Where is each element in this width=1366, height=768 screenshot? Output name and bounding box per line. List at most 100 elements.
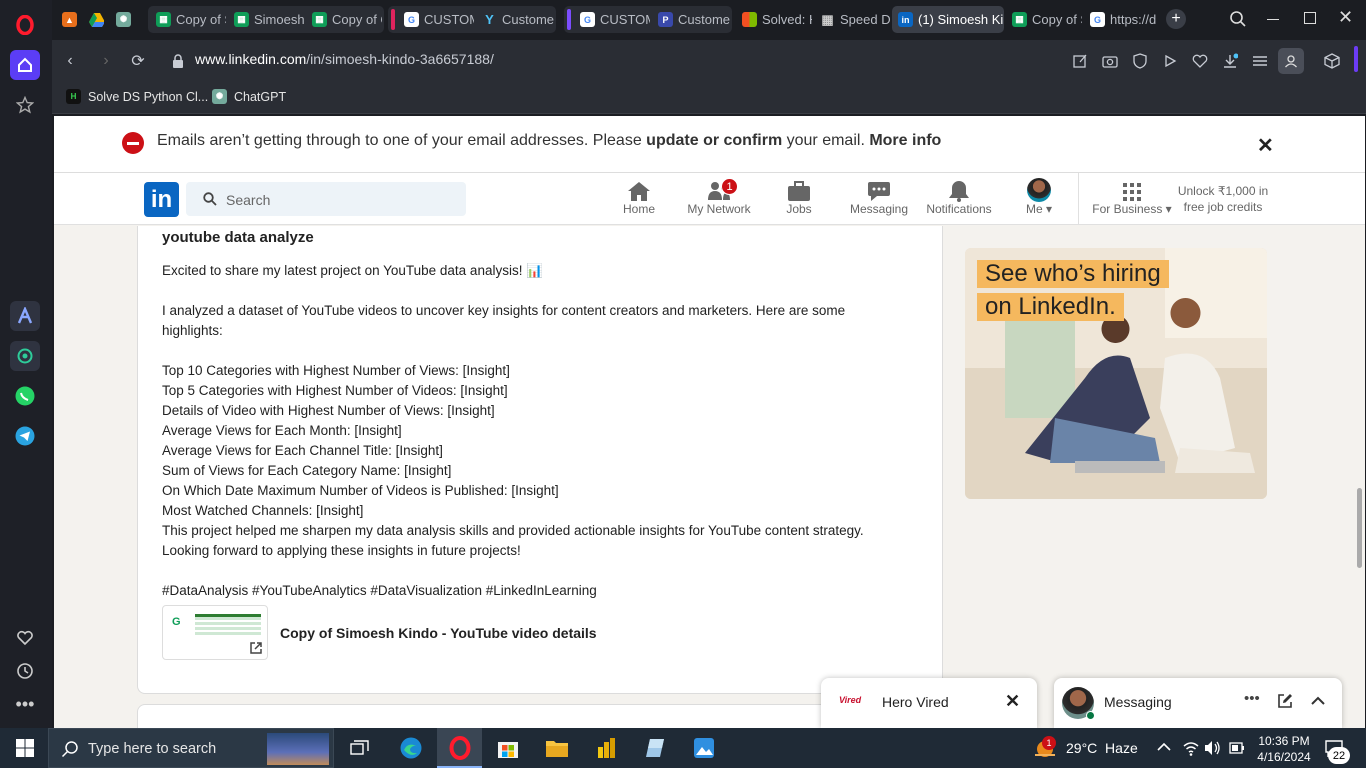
clock[interactable]: 10:36 PM 4/16/2024 bbox=[1254, 733, 1314, 765]
search-input[interactable]: Search bbox=[226, 192, 270, 208]
microsoft-store-icon[interactable] bbox=[494, 734, 522, 762]
page-scrollbar[interactable] bbox=[1357, 488, 1362, 568]
ad-headline-2: on LinkedIn. bbox=[977, 293, 1124, 321]
search-box[interactable]: Search bbox=[186, 182, 466, 216]
tab-custom-2[interactable]: GCUSTOM bbox=[574, 6, 650, 33]
tab-customer-1[interactable]: Y Custome bbox=[476, 6, 554, 33]
edge-icon[interactable] bbox=[397, 734, 425, 762]
tab-copy-of-s-2[interactable]: ▦Copy of S bbox=[1006, 6, 1082, 33]
tab-group-marker bbox=[391, 9, 395, 30]
windows-start-icon[interactable] bbox=[11, 734, 39, 762]
more-options-icon[interactable]: ••• bbox=[1244, 690, 1260, 707]
post-line: Sum of Views for Each Category Name: [In… bbox=[162, 463, 452, 478]
ad-banner[interactable]: See who’s hiring on LinkedIn. bbox=[965, 248, 1267, 499]
windows-taskbar: Type here to search 1 29°C Haze 10:36 PM… bbox=[0, 728, 1366, 768]
taskbar-search-box[interactable]: Type here to search bbox=[48, 728, 334, 768]
whatsapp-icon[interactable] bbox=[10, 381, 40, 411]
linkedin-logo[interactable]: in bbox=[144, 182, 179, 217]
more-info-link[interactable]: More info bbox=[869, 132, 941, 149]
nav-me[interactable]: Me ▾ bbox=[1003, 178, 1075, 216]
chatgpt-icon[interactable] bbox=[10, 341, 40, 371]
popup-title: Hero Vired bbox=[882, 694, 949, 710]
camera-icon[interactable] bbox=[1100, 51, 1120, 71]
heart-icon[interactable] bbox=[10, 623, 40, 653]
tab-solved[interactable]: Solved: H bbox=[736, 6, 812, 33]
lock-icon[interactable] bbox=[168, 51, 188, 71]
new-tab-button[interactable]: + bbox=[1166, 9, 1186, 29]
search-highlight-image bbox=[267, 733, 329, 765]
compose-icon[interactable] bbox=[1277, 693, 1293, 709]
restore-button[interactable] bbox=[1304, 12, 1316, 24]
heart-icon[interactable] bbox=[1190, 51, 1210, 71]
back-button[interactable]: ‹ bbox=[60, 51, 80, 71]
edit-icon[interactable] bbox=[1070, 51, 1090, 71]
tab-https[interactable]: Ghttps://d bbox=[1084, 6, 1164, 33]
attachment-thumbnail[interactable]: G bbox=[162, 605, 268, 660]
nav-my-network[interactable]: My Network 1 bbox=[683, 178, 755, 216]
more-icon[interactable]: ••• bbox=[10, 689, 40, 719]
nav-jobs[interactable]: Jobs bbox=[763, 178, 835, 216]
battery-icon[interactable] bbox=[1229, 740, 1245, 756]
bookmark-chatgpt[interactable]: ✺ ChatGPT bbox=[212, 89, 286, 104]
volume-icon[interactable] bbox=[1203, 739, 1221, 757]
shield-icon[interactable] bbox=[1130, 51, 1150, 71]
close-window-button[interactable]: ✕ bbox=[1338, 7, 1353, 28]
update-email-link[interactable]: update or confirm bbox=[646, 132, 782, 149]
menu-icon[interactable] bbox=[1250, 51, 1270, 71]
download-icon[interactable] bbox=[1220, 51, 1240, 71]
close-icon[interactable]: ✕ bbox=[1005, 691, 1020, 712]
history-icon[interactable] bbox=[10, 656, 40, 686]
messaging-popup[interactable]: Messaging ••• bbox=[1054, 678, 1342, 728]
cube-icon[interactable] bbox=[1322, 51, 1342, 71]
task-view-icon[interactable] bbox=[346, 734, 374, 762]
attachment-title[interactable]: Copy of Simoesh Kindo - YouTube video de… bbox=[280, 625, 597, 641]
reload-button[interactable]: ⟳ bbox=[128, 51, 148, 71]
aria-icon[interactable] bbox=[10, 301, 40, 331]
sidebar-handle[interactable] bbox=[1354, 46, 1358, 72]
telegram-icon[interactable] bbox=[10, 421, 40, 451]
nav-messaging[interactable]: Messaging bbox=[843, 178, 915, 216]
search-icon bbox=[61, 741, 78, 758]
hero-vired-popup[interactable]: Vired Hero Vired ✕ bbox=[821, 678, 1037, 728]
post-line: This project helped me sharpen my data a… bbox=[162, 523, 864, 538]
bookmark-hackerrank[interactable]: H Solve DS Python Cl... bbox=[66, 89, 208, 104]
nav-home[interactable]: Home bbox=[603, 178, 675, 216]
home-icon[interactable] bbox=[10, 50, 40, 80]
chevron-up-icon[interactable] bbox=[1310, 694, 1326, 706]
chatgpt-icon[interactable]: ✺ bbox=[116, 12, 131, 27]
opera-logo-icon[interactable] bbox=[10, 10, 40, 40]
tab-linkedin-active[interactable]: in(1) Simoesh Kind bbox=[892, 6, 1004, 33]
tab-speed-dial[interactable]: ▦ Speed Di bbox=[814, 6, 890, 33]
url-field[interactable]: www.linkedin.com/in/simoesh-kindo-3a6657… bbox=[195, 51, 494, 67]
file-explorer-icon[interactable] bbox=[543, 734, 571, 762]
wifi-icon[interactable] bbox=[1182, 739, 1200, 757]
minimize-button[interactable] bbox=[1267, 19, 1279, 20]
star-icon[interactable] bbox=[10, 90, 40, 120]
search-tabs-icon[interactable] bbox=[1229, 10, 1247, 33]
tab-copy-of-s[interactable]: ▦Copy of S bbox=[150, 6, 226, 33]
tab-simoesh[interactable]: ▦ Simoesh bbox=[228, 6, 304, 33]
tab-copy-of-c[interactable]: ▦Copy of C bbox=[306, 6, 382, 33]
weather-text[interactable]: 29°C Haze bbox=[1066, 740, 1138, 756]
taskbar-search-input[interactable]: Type here to search bbox=[88, 741, 216, 757]
forward-button[interactable]: › bbox=[96, 51, 116, 71]
nav-for-business[interactable]: For Business ▾ bbox=[1092, 178, 1172, 216]
post-line: I analyzed a dataset of YouTube videos t… bbox=[162, 303, 846, 318]
close-alert-icon[interactable]: ✕ bbox=[1257, 133, 1274, 158]
google-icon: G bbox=[172, 616, 181, 628]
premium-promo-link[interactable]: Unlock ₹1,000 in free job credits bbox=[1172, 183, 1274, 215]
opera-icon[interactable] bbox=[446, 734, 474, 762]
photos-icon[interactable] bbox=[690, 734, 718, 762]
profile-icon[interactable] bbox=[1278, 48, 1304, 74]
google-sheets-icon: ▦ bbox=[156, 12, 171, 27]
tab-custom-1[interactable]: GCUSTOM bbox=[398, 6, 474, 33]
tab-customer-2[interactable]: P Custome bbox=[652, 6, 730, 33]
google-drive-icon[interactable] bbox=[89, 12, 104, 27]
chevron-up-icon[interactable] bbox=[1157, 742, 1171, 752]
app-icon[interactable] bbox=[641, 734, 669, 762]
power-bi-icon[interactable] bbox=[592, 734, 620, 762]
nav-notifications[interactable]: Notifications bbox=[923, 178, 995, 216]
post-hashtags[interactable]: #DataAnalysis #YouTubeAnalytics #DataVis… bbox=[162, 583, 597, 598]
play-icon[interactable] bbox=[1160, 51, 1180, 71]
orange-app-icon[interactable]: ▲ bbox=[62, 12, 77, 27]
